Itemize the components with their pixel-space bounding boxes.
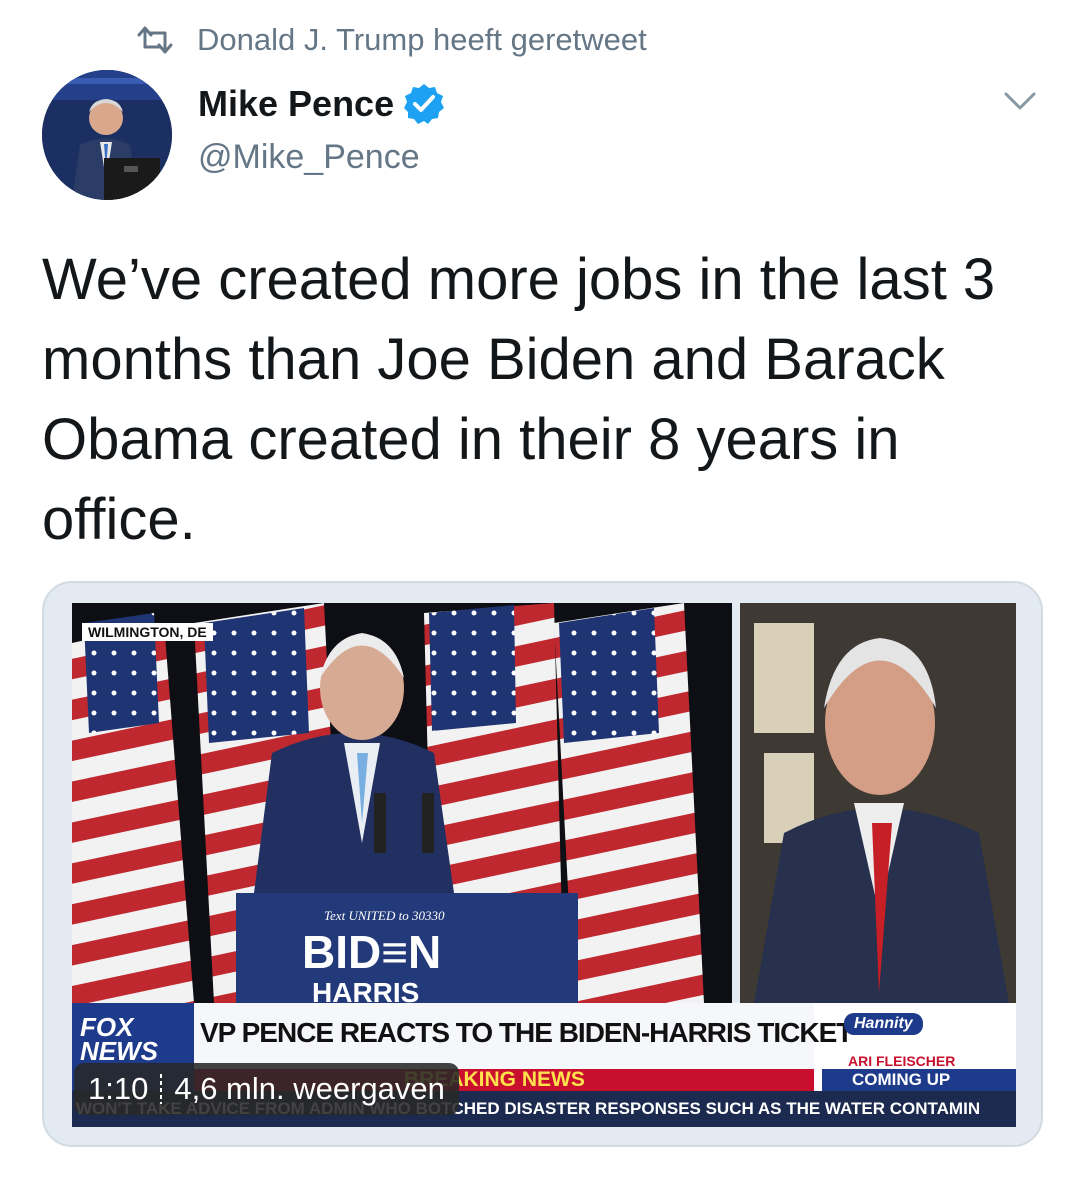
show-logo: Hannity <box>844 1013 923 1035</box>
location-tag: WILMINGTON, DE <box>82 623 213 641</box>
chevron-down-icon[interactable] <box>1000 86 1040 116</box>
video-info-badge: 1:10 4,6 mln. weergaven <box>74 1063 459 1115</box>
author-handle[interactable]: @Mike_Pence <box>198 138 420 177</box>
network-logo: FOX NEWS <box>80 1012 158 1066</box>
podium-logo-line1: BID≡N <box>302 926 442 978</box>
retweet-icon <box>137 26 173 54</box>
avatar[interactable] <box>42 70 172 200</box>
display-name[interactable]: Mike Pence <box>198 83 394 125</box>
podium-text-line: Text UNITED to 30330 <box>324 908 445 923</box>
podium-logo-line2: HARRIS <box>312 977 420 1003</box>
author-name-row[interactable]: Mike Pence <box>198 82 446 126</box>
coming-up: COMING UP <box>852 1070 951 1089</box>
guest-name: ARI FLEISCHER <box>848 1053 956 1069</box>
avatar-image <box>42 70 172 200</box>
video-duration: 1:10 <box>88 1071 149 1106</box>
headline: VP PENCE REACTS TO THE BIDEN-HARRIS TICK… <box>200 1017 853 1048</box>
video-player[interactable]: WILMINGTON, DE Text UNITED to 30330 BID≡… <box>42 581 1043 1147</box>
separator <box>160 1074 163 1104</box>
retweet-label: Donald J. Trump heeft geretweet <box>197 22 647 57</box>
retweet-context[interactable]: Donald J. Trump heeft geretweet <box>135 20 647 60</box>
video-views: 4,6 mln. weergaven <box>174 1071 445 1106</box>
tweet-text: We’ve created more jobs in the last 3 mo… <box>42 247 996 552</box>
verified-badge-icon <box>404 84 445 124</box>
